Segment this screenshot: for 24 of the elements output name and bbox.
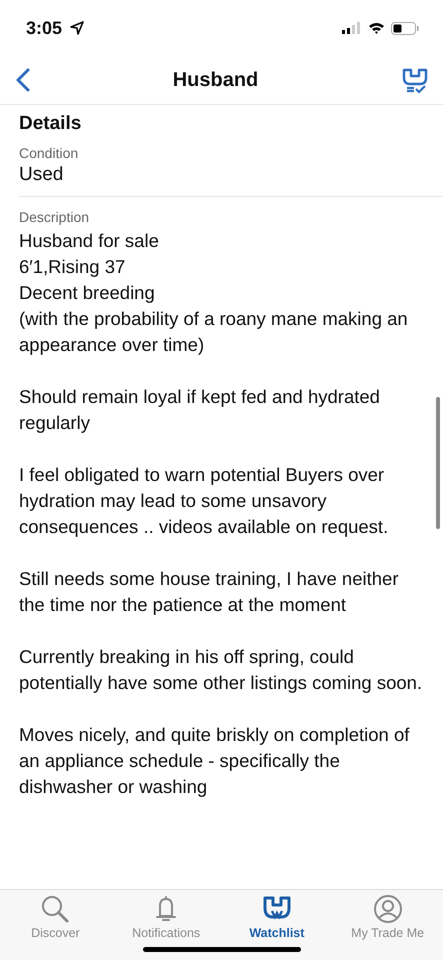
description-paragraph: Moves nicely, and quite briskly on completion of an appliance schedule - specifically the dishwasher or washing — [19, 723, 410, 799]
wifi-icon — [368, 22, 385, 34]
field-label: Description — [19, 209, 90, 225]
section-heading: Details — [19, 113, 82, 135]
binoculars-check-icon[interactable] — [401, 66, 429, 94]
page-title: Husband — [172, 68, 258, 92]
tab[interactable]: Watchlist — [222, 890, 332, 940]
battery-icon — [391, 22, 419, 34]
description-paragraph: Currently breaking in his off spring, could potentially have some other listings coming soon. — [19, 645, 424, 695]
back-icon[interactable] — [16, 68, 30, 92]
description-paragraph: I feel obligated to warn potential Buyers over hydration may lead to some unsavory consequences .. videos available on request. — [19, 463, 390, 539]
profile-icon — [372, 894, 403, 924]
location-arrow-icon — [70, 21, 84, 35]
status-time: 3:05 — [26, 18, 62, 38]
signal-icon — [342, 22, 362, 34]
description-paragraph: Should remain loyal if kept fed and hydrated regularly — [19, 385, 381, 435]
field-label: Condition — [19, 145, 80, 161]
description-paragraph: Still needs some house training, I have neither the time nor the patience at the moment — [19, 567, 400, 617]
tab[interactable]: Notifications — [110, 890, 222, 940]
tab[interactable]: Discover — [0, 890, 111, 940]
search-icon — [40, 894, 70, 924]
tab[interactable]: My Trade Me — [332, 890, 443, 940]
description-paragraph: Husband for sale 6′1,Rising 37 Decent breeding (with the probability of a roany mane making an appearance over time) — [19, 229, 409, 357]
field-value: Used — [19, 164, 64, 186]
